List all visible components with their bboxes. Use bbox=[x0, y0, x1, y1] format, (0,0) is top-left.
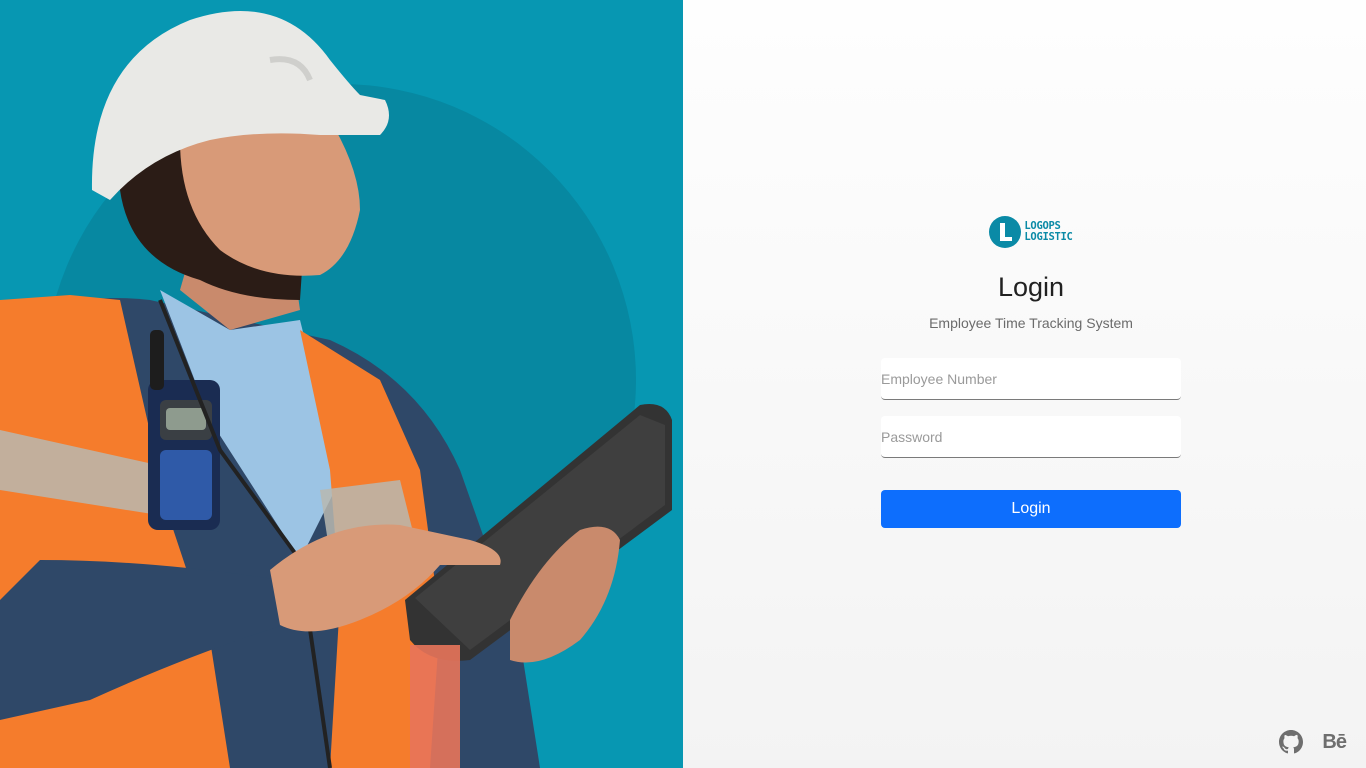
github-icon[interactable] bbox=[1279, 730, 1304, 754]
hero-image bbox=[0, 0, 683, 768]
login-panel: LOGOPS LOGISTIC Login Employee Time Trac… bbox=[683, 0, 1366, 768]
password-input[interactable] bbox=[881, 416, 1181, 458]
brand-logo: LOGOPS LOGISTIC bbox=[881, 214, 1181, 250]
employee-number-input[interactable] bbox=[881, 358, 1181, 400]
brand-wordmark: LOGOPS LOGISTIC bbox=[1024, 221, 1072, 243]
login-page: LOGOPS LOGISTIC Login Employee Time Trac… bbox=[0, 0, 1366, 768]
logo-mark-icon bbox=[989, 216, 1022, 248]
page-title: Login bbox=[997, 272, 1065, 302]
worker-illustration bbox=[0, 11, 672, 768]
page-subtitle: Employee Time Tracking System bbox=[929, 315, 1133, 331]
brand-line2: LOGISTIC bbox=[1024, 231, 1073, 243]
social-links: Bē bbox=[1279, 730, 1347, 754]
behance-icon[interactable]: Bē bbox=[1322, 731, 1347, 754]
login-button[interactable]: Login bbox=[881, 490, 1181, 528]
login-form: LOGOPS LOGISTIC Login Employee Time Trac… bbox=[881, 214, 1181, 528]
